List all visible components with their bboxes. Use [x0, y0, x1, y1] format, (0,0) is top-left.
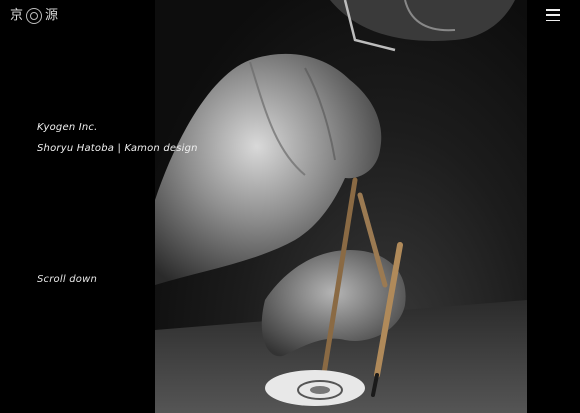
artist-line: Shoryu Hatoba | Kamon design — [37, 143, 198, 154]
menu-line — [546, 19, 560, 21]
company-name: Kyogen Inc. — [37, 122, 98, 133]
logo-char-right: 源 — [45, 8, 59, 23]
hero-photo — [155, 0, 527, 413]
craftsman-photo — [155, 0, 527, 413]
hamburger-icon[interactable] — [546, 9, 560, 21]
scroll-down-link[interactable]: Scroll down — [37, 274, 97, 285]
crest-icon — [26, 8, 43, 24]
menu-line — [546, 9, 560, 11]
page: 京 源 Kyogen Inc. Shoryu Hatoba | Kamon de… — [0, 0, 580, 413]
menu-line — [546, 14, 560, 16]
site-logo[interactable]: 京 源 — [10, 7, 58, 25]
logo-char-left: 京 — [10, 8, 24, 23]
